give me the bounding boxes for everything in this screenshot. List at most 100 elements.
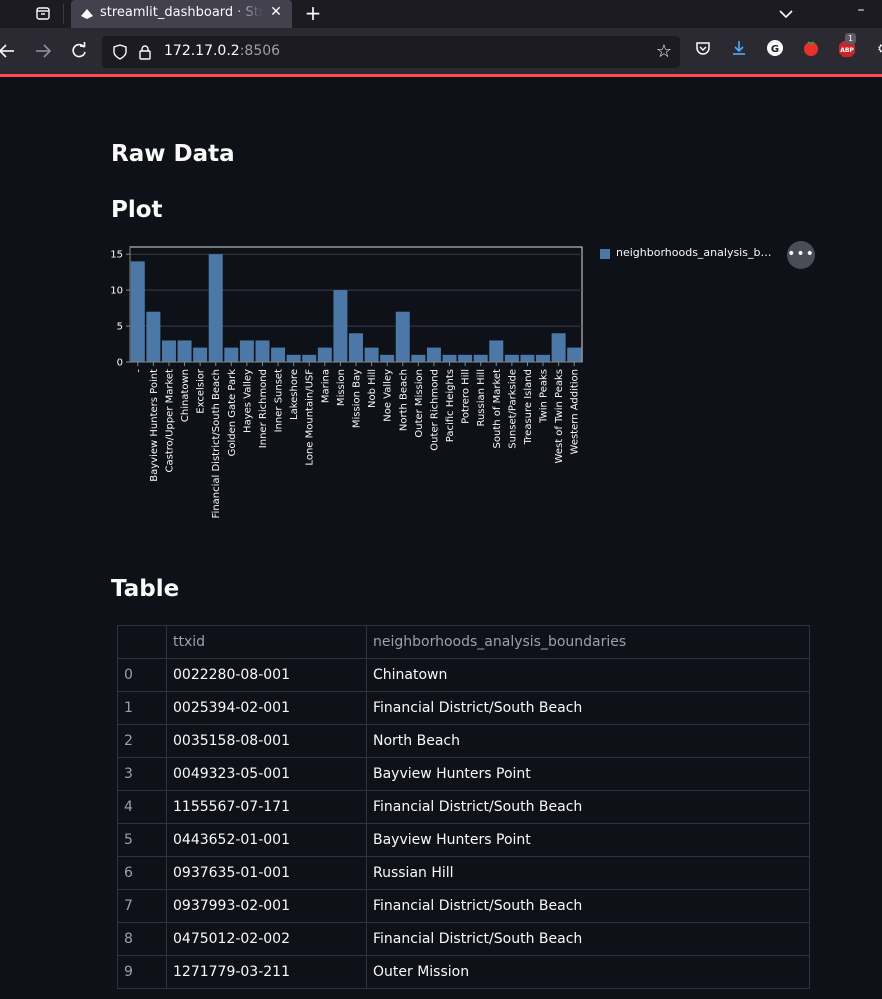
firefox-view-icon[interactable] <box>33 5 53 23</box>
bar-chart: 0 5 10 15 - Bayview Hunters Point Castro/Upper… <box>110 246 583 518</box>
svg-text:G: G <box>771 44 779 55</box>
table-row: 1 0025394-02-001 Financial District/South … <box>118 692 809 725</box>
chevron-down-icon[interactable] <box>776 4 796 24</box>
row-index-cell[interactable]: 8 <box>118 923 167 955</box>
tab-separator <box>63 4 64 24</box>
row-index-cell[interactable]: 1 <box>118 692 167 724</box>
x-tick-label: Outer Richmond <box>429 369 440 451</box>
neighborhood-cell[interactable]: Chinatown <box>367 659 808 691</box>
bar <box>489 340 504 362</box>
bar <box>271 347 286 362</box>
x-tick-label: Castro/Upper Market <box>164 369 175 473</box>
page-info-icon[interactable] <box>138 44 152 60</box>
bar <box>567 347 582 362</box>
ttxid-cell[interactable]: 0937635-01-001 <box>167 857 367 889</box>
table-row: 4 1155567-07-171 Financial District/South … <box>118 791 809 824</box>
bar <box>255 340 270 362</box>
ttxid-cell[interactable]: 0025394-02-001 <box>167 692 367 724</box>
ttxid-cell[interactable]: 0475012-02-002 <box>167 923 367 955</box>
bar <box>473 354 488 362</box>
x-tick-label: Noe Valley <box>383 369 394 422</box>
table-row: 2 0035158-08-001 North Beach <box>118 725 809 758</box>
y-tick-label: 5 <box>117 322 123 333</box>
active-tab[interactable]: streamlit_dashboard · Streamlit ✕ <box>71 0 292 28</box>
x-tick-label: Hayes Valley <box>242 369 253 433</box>
ttxid-cell[interactable]: 0443652-01-001 <box>167 824 367 856</box>
adblock-extension-icon[interactable]: ABP 1 <box>836 33 858 61</box>
forward-arrow-icon[interactable] <box>32 40 54 62</box>
row-index-cell[interactable]: 0 <box>118 659 167 691</box>
tab-title: streamlit_dashboard · Streamlit <box>100 5 263 20</box>
row-index-cell[interactable]: 4 <box>118 791 167 823</box>
x-tick-label: Lakeshore <box>289 369 300 420</box>
row-index-cell[interactable]: 3 <box>118 758 167 790</box>
table-row: 8 0475012-02-002 Financial District/South … <box>118 923 809 956</box>
column-header-ttxid[interactable]: ttxid <box>167 626 367 658</box>
minimize-window-icon[interactable]: – <box>852 2 870 20</box>
data-table[interactable]: ttxid neighborhoods_analysis_boundaries … <box>117 625 810 989</box>
ttxid-cell[interactable]: 0937993-02-001 <box>167 890 367 922</box>
neighborhood-cell[interactable]: Financial District/South Beach <box>367 890 808 922</box>
neighborhood-cell[interactable]: Bayview Hunters Point <box>367 758 808 790</box>
tomato-extension-icon[interactable] <box>800 39 822 61</box>
bar <box>442 354 457 362</box>
bookmark-star-icon[interactable]: ☆ <box>654 42 674 62</box>
pocket-icon[interactable] <box>692 39 714 61</box>
new-tab-icon[interactable]: + <box>302 2 324 24</box>
neighborhood-cell[interactable]: Financial District/South Beach <box>367 791 808 823</box>
row-index-cell[interactable]: 9 <box>118 956 167 988</box>
row-index-cell[interactable]: 6 <box>118 857 167 889</box>
ttxid-cell[interactable]: 0049323-05-001 <box>167 758 367 790</box>
neighborhood-cell[interactable]: Financial District/South Beach <box>367 692 808 724</box>
ttxid-cell[interactable]: 0035158-08-001 <box>167 725 367 757</box>
bar <box>411 354 426 362</box>
table-row: 3 0049323-05-001 Bayview Hunters Point <box>118 758 809 791</box>
extensions-puzzle-icon[interactable]: ⚙ <box>872 39 882 61</box>
downloads-icon[interactable] <box>728 39 750 61</box>
bar <box>551 333 566 362</box>
neighborhood-cell[interactable]: Russian Hill <box>367 857 808 889</box>
neighborhood-cell[interactable]: North Beach <box>367 725 808 757</box>
x-tick-label: Western Addition <box>570 369 581 454</box>
bar <box>364 347 379 362</box>
bar <box>380 354 395 362</box>
raw-data-heading: Raw Data <box>111 141 235 167</box>
row-index-cell[interactable]: 7 <box>118 890 167 922</box>
grammarly-extension-icon[interactable]: G <box>764 39 786 61</box>
bar <box>208 254 223 362</box>
neighborhood-cell[interactable]: Financial District/South Beach <box>367 923 808 955</box>
close-tab-icon[interactable]: ✕ <box>268 4 284 22</box>
neighborhood-cell[interactable]: Bayview Hunters Point <box>367 824 808 856</box>
bar <box>504 354 519 362</box>
chart-menu-button[interactable]: ••• <box>787 241 815 269</box>
table-row: 7 0937993-02-001 Financial District/South … <box>118 890 809 923</box>
ttxid-cell[interactable]: 1271779-03-211 <box>167 956 367 988</box>
x-tick-label: Sunset/Parkside <box>507 369 518 449</box>
x-tick-label: Chinatown <box>180 369 191 422</box>
url-host: 172.17.0.2 <box>164 43 240 59</box>
ttxid-cell[interactable]: 1155567-07-171 <box>167 791 367 823</box>
neighborhood-cell[interactable]: Outer Mission <box>367 956 808 988</box>
column-header-neighborhood[interactable]: neighborhoods_analysis_boundaries <box>367 626 808 658</box>
y-tick-label: 10 <box>110 286 123 297</box>
row-index-cell[interactable]: 2 <box>118 725 167 757</box>
x-tick-label: Inner Richmond <box>258 369 269 448</box>
url-bar[interactable]: 172.17.0.2:8506 ☆ <box>102 36 680 68</box>
x-tick-label: Bayview Hunters Point <box>149 369 160 482</box>
bar <box>177 340 192 362</box>
row-index-cell[interactable]: 5 <box>118 824 167 856</box>
legend-swatch <box>600 249 610 259</box>
bar <box>333 290 348 362</box>
bar <box>146 311 161 362</box>
back-arrow-icon[interactable] <box>0 40 18 62</box>
more-horizontal-icon: ••• <box>787 246 815 262</box>
url-text[interactable]: 172.17.0.2:8506 <box>164 43 280 59</box>
legend-label: neighborhoods_analysis_boundaries <box>616 246 778 259</box>
column-header-index[interactable] <box>118 626 167 658</box>
table-row: 0 0022280-08-001 Chinatown <box>118 659 809 692</box>
reload-icon[interactable] <box>68 40 90 62</box>
ttxid-cell[interactable]: 0022280-08-001 <box>167 659 367 691</box>
bar <box>286 354 301 362</box>
tracking-protection-shield-icon[interactable] <box>112 44 128 60</box>
bar <box>193 347 208 362</box>
